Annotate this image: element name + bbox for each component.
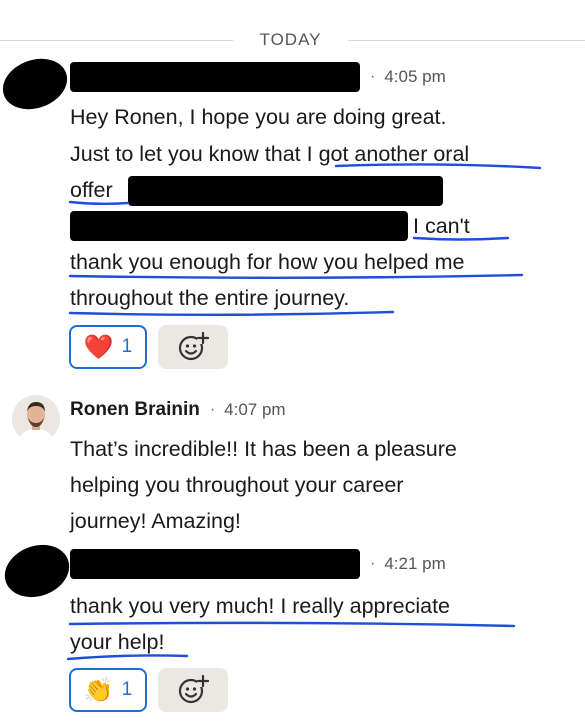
message-text-line: journey! Amazing! bbox=[70, 509, 241, 533]
message-header: Ronen Brainin · 4:07 pm bbox=[70, 395, 286, 425]
redacted-sender-name[interactable] bbox=[70, 549, 360, 579]
message-text-line: I can't bbox=[413, 214, 470, 238]
redacted-avatar[interactable] bbox=[0, 536, 77, 606]
reaction-heart[interactable]: ❤️ 1 bbox=[69, 325, 147, 369]
message-text-line: thank you enough for how you helped me bbox=[70, 250, 465, 274]
avatar-photo bbox=[12, 395, 60, 443]
message-text-line: offer bbox=[70, 178, 113, 202]
message-text-line: helping you throughout your career bbox=[70, 473, 404, 497]
day-divider: TODAY bbox=[0, 29, 585, 51]
message-header: · 4:05 pm bbox=[70, 62, 446, 92]
divider-line-right bbox=[348, 40, 585, 41]
reaction-count: 1 bbox=[121, 336, 133, 357]
avatar[interactable] bbox=[12, 395, 60, 443]
message-timestamp[interactable]: 4:05 pm bbox=[384, 67, 445, 87]
message-text-line: Hey Ronen, I hope you are doing great. bbox=[70, 105, 447, 129]
message-text-line: thank you very much! I really appreciate bbox=[70, 594, 451, 618]
add-reaction-button[interactable] bbox=[158, 668, 228, 712]
sender-name[interactable]: Ronen Brainin bbox=[70, 399, 200, 421]
heart-emoji-icon: ❤️ bbox=[83, 333, 114, 361]
separator-dot: · bbox=[209, 401, 216, 418]
message-timestamp[interactable]: 4:07 pm bbox=[224, 400, 285, 420]
separator-dot: · bbox=[370, 555, 376, 572]
redacted-text bbox=[70, 211, 408, 241]
divider-line-left bbox=[0, 40, 233, 41]
message-text-line: Just to let you know that I got another … bbox=[70, 142, 470, 166]
redacted-sender-name[interactable] bbox=[70, 62, 360, 92]
message-timestamp[interactable]: 4:21 pm bbox=[384, 554, 445, 574]
reaction-clap[interactable]: 👏 1 bbox=[69, 668, 147, 712]
redacted-text bbox=[128, 176, 443, 206]
add-reaction-icon bbox=[178, 674, 209, 704]
message-text-line: throughout the entire journey. bbox=[70, 286, 350, 310]
reaction-count: 1 bbox=[121, 679, 133, 700]
day-divider-label: TODAY bbox=[259, 30, 322, 49]
message-text-line: That’s incredible!! It has been a pleasu… bbox=[70, 437, 457, 461]
add-reaction-icon bbox=[178, 331, 209, 361]
redacted-avatar[interactable] bbox=[0, 50, 75, 118]
clap-emoji-icon: 👏 bbox=[83, 676, 114, 704]
message-text-line: your help! bbox=[70, 630, 165, 654]
separator-dot: · bbox=[370, 68, 376, 85]
add-reaction-button[interactable] bbox=[158, 325, 228, 369]
message-header: · 4:21 pm bbox=[70, 549, 446, 579]
